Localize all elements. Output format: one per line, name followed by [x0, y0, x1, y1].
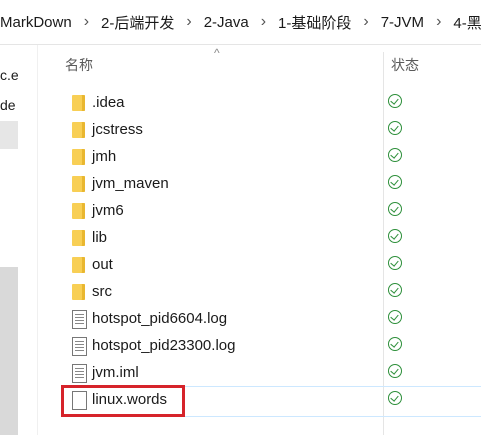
folder-icon	[70, 256, 88, 274]
document-icon	[70, 337, 88, 356]
chevron-right-icon[interactable]: ›	[430, 13, 447, 31]
breadcrumb-item[interactable]: 1-基础阶段	[272, 12, 357, 33]
file-name: jcstress	[92, 121, 143, 138]
breadcrumb-item[interactable]: 4-黑	[447, 12, 481, 33]
folder-icon	[70, 202, 88, 220]
list-item[interactable]: jmh	[62, 144, 481, 171]
column-header-status-label: 状态	[391, 57, 419, 73]
list-item[interactable]: hotspot_pid6604.log	[62, 306, 481, 333]
chevron-right-icon[interactable]: ›	[180, 13, 197, 31]
list-item[interactable]: src	[62, 279, 481, 306]
pane-divider	[37, 45, 38, 435]
file-name: hotspot_pid6604.log	[92, 310, 228, 327]
breadcrumb-item[interactable]: 2-Java	[198, 14, 255, 31]
status-synced-icon	[388, 121, 406, 139]
nav-item[interactable]: c.e	[0, 67, 18, 83]
column-header-name-label: 名称	[65, 57, 93, 73]
navigation-pane: c.e de	[0, 45, 18, 435]
list-item[interactable]: out	[62, 252, 481, 279]
column-header-status[interactable]: 状态	[391, 45, 481, 85]
breadcrumb-item[interactable]: MarkDown	[0, 14, 78, 31]
folder-icon	[70, 175, 88, 193]
breadcrumb: MarkDown › 2-后端开发 › 2-Java › 1-基础阶段 › 7-…	[0, 0, 481, 45]
sort-ascending-icon: ^	[214, 46, 220, 60]
breadcrumb-item[interactable]: 2-后端开发	[95, 12, 180, 33]
highlight-annotation-box	[61, 385, 185, 417]
status-synced-icon	[388, 175, 406, 193]
folder-icon	[70, 229, 88, 247]
file-name: jmh	[92, 148, 117, 165]
list-item[interactable]: jcstress	[62, 117, 481, 144]
file-name: jvm6	[92, 202, 124, 219]
nav-item[interactable]: de	[0, 97, 16, 113]
status-synced-icon	[388, 337, 406, 355]
list-item[interactable]: .idea	[62, 90, 481, 117]
file-name: lib	[92, 229, 108, 246]
folder-icon	[70, 148, 88, 166]
chevron-right-icon[interactable]: ›	[357, 13, 374, 31]
list-item[interactable]: hotspot_pid23300.log	[62, 333, 481, 360]
file-name: .idea	[92, 94, 125, 111]
file-name: jvm.iml	[92, 364, 139, 381]
nav-selected-item[interactable]	[0, 121, 18, 149]
nav-scrollbar[interactable]	[0, 267, 18, 435]
document-icon	[70, 310, 88, 329]
list-item[interactable]: jvm.iml	[62, 360, 481, 387]
folder-icon	[70, 94, 88, 112]
status-synced-icon	[388, 229, 406, 247]
column-header-name[interactable]: 名称	[65, 45, 383, 85]
chevron-right-icon[interactable]: ›	[255, 13, 272, 31]
breadcrumb-item[interactable]: 7-JVM	[375, 14, 430, 31]
status-synced-icon	[388, 202, 406, 220]
file-name: jvm_maven	[92, 175, 169, 192]
file-name: src	[92, 283, 112, 300]
status-synced-icon	[388, 94, 406, 112]
file-name: hotspot_pid23300.log	[92, 337, 236, 354]
status-synced-icon	[388, 310, 406, 328]
list-item[interactable]: jvm6	[62, 198, 481, 225]
chevron-right-icon[interactable]: ›	[78, 13, 95, 31]
status-synced-icon	[388, 391, 406, 409]
list-item[interactable]: jvm_maven	[62, 171, 481, 198]
folder-icon	[70, 283, 88, 301]
list-item[interactable]: lib	[62, 225, 481, 252]
folder-icon	[70, 121, 88, 139]
status-synced-icon	[388, 283, 406, 301]
status-synced-icon	[388, 148, 406, 166]
document-icon	[70, 364, 88, 383]
file-name: out	[92, 256, 113, 273]
status-synced-icon	[388, 364, 406, 382]
status-synced-icon	[388, 256, 406, 274]
